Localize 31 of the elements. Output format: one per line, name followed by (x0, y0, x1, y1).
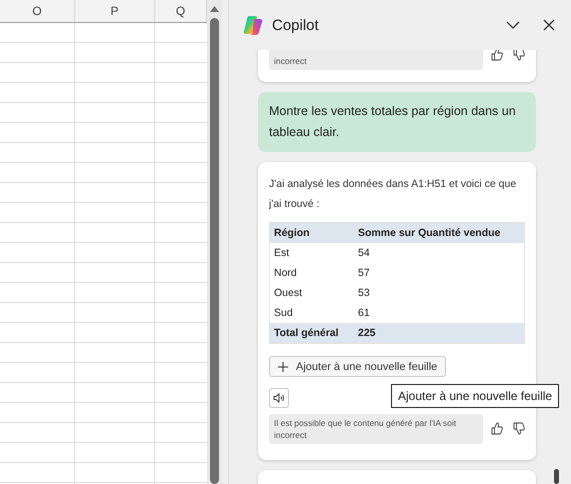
speaker-icon (273, 393, 285, 403)
table-cell: 54 (354, 243, 524, 263)
logo-icon (242, 14, 264, 36)
column-header[interactable]: O (0, 0, 75, 22)
table-cell: 57 (354, 263, 524, 283)
add-sheet-button[interactable]: Ajouter à une nouvelle feuille (269, 356, 446, 377)
panel-title: Copilot (272, 16, 320, 34)
column-header[interactable]: P (75, 0, 155, 22)
scrollbar-thumb[interactable] (554, 469, 559, 484)
response-text: J'ai analysé les données dans A1:H51 et voici ce que j'ai trouvé : (269, 177, 518, 212)
table-cell: Total général (270, 323, 354, 344)
plus-icon (278, 362, 288, 372)
cell-grid[interactable] (0, 23, 207, 484)
tooltip: Ajouter à une nouvelle feuille (391, 384, 560, 408)
disclaimer-text: Il est possible que le contenu généré par l'IA soit incorrect (269, 414, 483, 444)
table-cell: 53 (354, 283, 524, 303)
table-cell: Ouest (270, 283, 354, 303)
speaker-button[interactable] (269, 388, 289, 408)
close-icon (543, 19, 555, 31)
disclaimer-text: incorrect (269, 50, 483, 70)
table-cell: 225 (354, 323, 524, 344)
table-cell: 61 (354, 303, 524, 323)
chevron-down-icon (506, 21, 520, 29)
table-cell: Nord (270, 263, 354, 283)
table-cell: Est (270, 243, 354, 263)
table-header: Région (270, 222, 354, 243)
scrollbar-thumb[interactable] (210, 18, 219, 484)
table-header: Somme sur Quantité vendue (354, 222, 524, 243)
user-message: Montre les ventes totales par région dans un tableau clair. (258, 92, 536, 152)
scroll-up-icon[interactable] (210, 6, 219, 12)
table-cell: Sud (270, 303, 354, 323)
